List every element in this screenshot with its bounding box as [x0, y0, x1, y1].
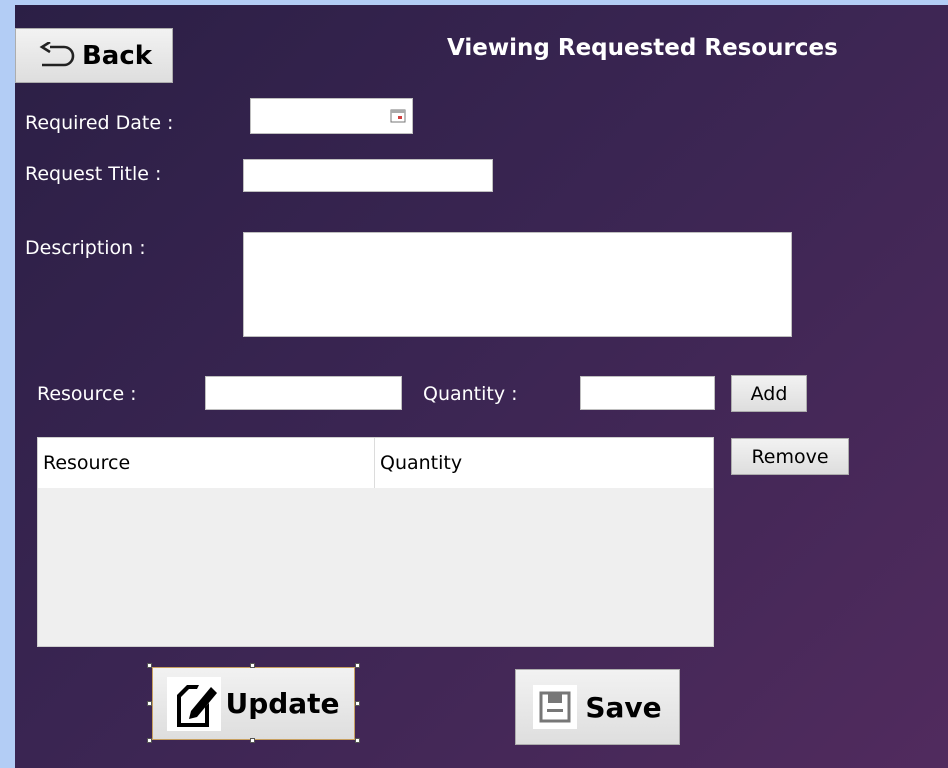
page-title: Viewing Requested Resources: [447, 35, 838, 61]
grid-header: Resource Quantity: [38, 438, 713, 488]
floppy-disk-icon: [533, 685, 578, 729]
column-header-quantity[interactable]: Quantity: [375, 438, 713, 488]
selection-handle: [147, 738, 152, 743]
update-label: Update: [225, 687, 340, 720]
add-button[interactable]: Add: [731, 375, 807, 412]
column-header-resource[interactable]: Resource: [38, 438, 375, 488]
resource-input[interactable]: [205, 376, 402, 410]
request-title-label: Request Title :: [25, 163, 162, 185]
selection-handle: [355, 738, 360, 743]
resources-grid[interactable]: Resource Quantity: [37, 437, 714, 647]
selection-handle: [147, 663, 152, 668]
description-label: Description :: [25, 237, 146, 259]
save-label: Save: [585, 690, 662, 724]
back-label: Back: [81, 40, 153, 71]
required-date-picker[interactable]: [250, 98, 413, 134]
back-arrow-icon: [36, 40, 76, 70]
selection-handle: [355, 701, 360, 706]
form-window: Back Viewing Requested Resources Require…: [15, 5, 948, 768]
selection-handle: [250, 738, 255, 743]
required-date-label: Required Date :: [25, 112, 174, 134]
quantity-input[interactable]: [580, 376, 715, 410]
description-textarea[interactable]: [243, 232, 792, 337]
request-title-input[interactable]: [243, 159, 493, 192]
resource-label: Resource :: [37, 383, 137, 405]
selection-handle: [355, 663, 360, 668]
selection-handle: [250, 663, 255, 668]
update-button[interactable]: Update: [152, 667, 355, 740]
save-button[interactable]: Save: [515, 669, 680, 745]
selection-handle: [147, 701, 152, 706]
edit-document-icon: [167, 676, 222, 731]
back-button[interactable]: Back: [15, 28, 173, 83]
calendar-icon[interactable]: [390, 108, 406, 124]
quantity-label: Quantity :: [423, 383, 518, 405]
remove-button[interactable]: Remove: [731, 438, 849, 475]
